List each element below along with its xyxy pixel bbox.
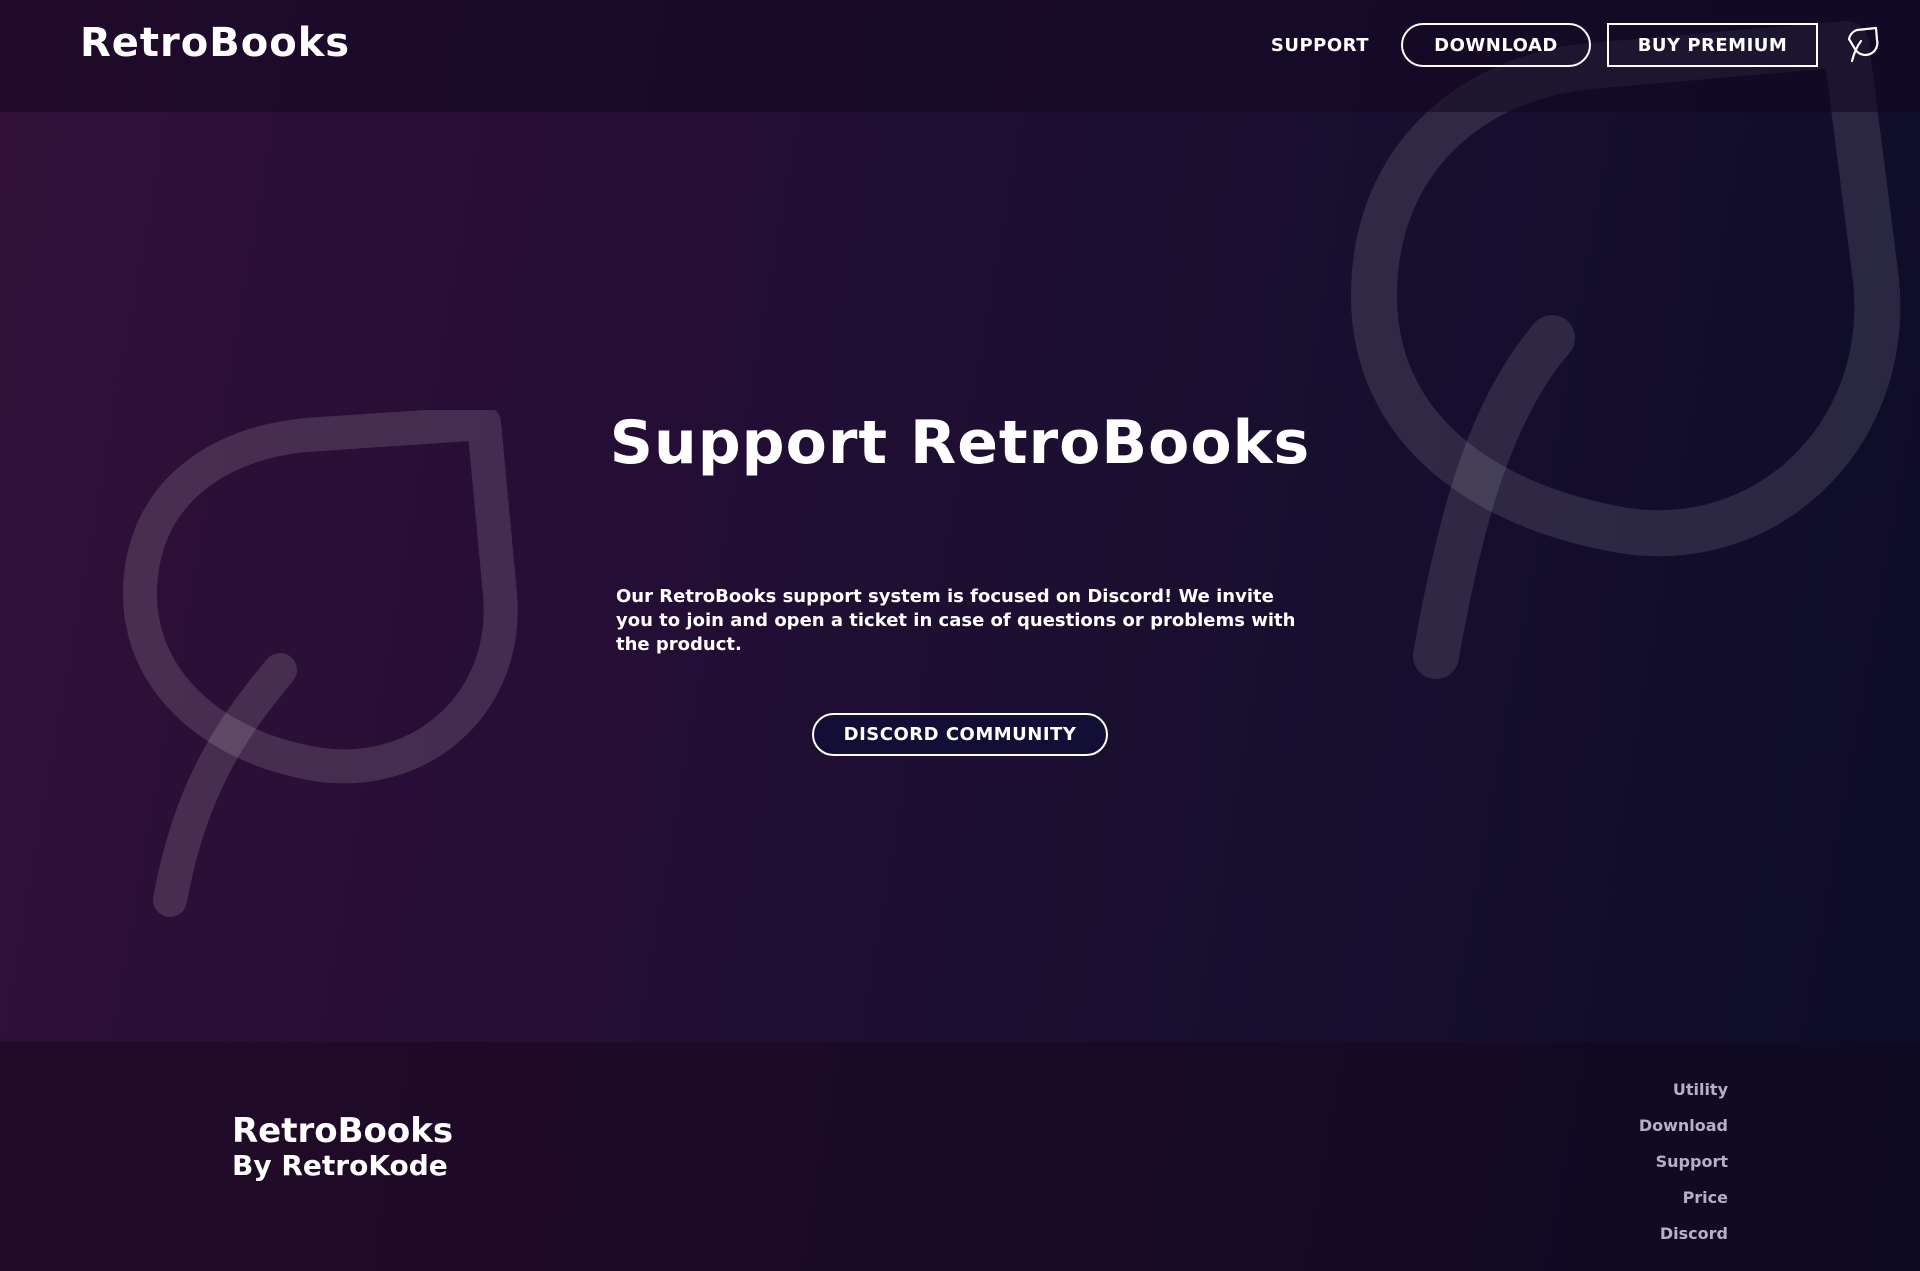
discord-community-button[interactable]: DISCORD COMMUNITY [812,713,1108,756]
footer-nav: Utility Download Support Price Discord [1528,1072,1728,1252]
hero-section: Support RetroBooks Our RetroBooks suppor… [0,112,1920,1042]
footer-link-price[interactable]: Price [1528,1180,1728,1216]
footer-subtitle: By RetroKode [232,1149,448,1182]
footer-link-support[interactable]: Support [1528,1144,1728,1180]
footer-link-download[interactable]: Download [1528,1108,1728,1144]
footer-brand: RetroBooks By RetroKode [232,1112,453,1182]
nav-support-link[interactable]: SUPPORT [1271,35,1369,56]
support-description: Our RetroBooks support system is focused… [616,586,1296,655]
site-header: RetroBooks SUPPORT DOWNLOAD BUY PREMIUM [0,0,1920,112]
footer-link-utility[interactable]: Utility [1528,1072,1728,1108]
footer-link-discord[interactable]: Discord [1528,1216,1728,1252]
download-button[interactable]: DOWNLOAD [1401,23,1591,67]
site-footer: RetroBooks By RetroKode Utility Download… [0,1042,1920,1271]
brand-logo[interactable]: RetroBooks [80,20,350,66]
leaf-icon[interactable] [1842,23,1882,67]
main-nav: SUPPORT DOWNLOAD BUY PREMIUM [1271,23,1882,67]
buy-premium-button[interactable]: BUY PREMIUM [1607,23,1818,67]
page-title: Support RetroBooks [609,408,1311,478]
footer-title: RetroBooks [232,1111,454,1151]
